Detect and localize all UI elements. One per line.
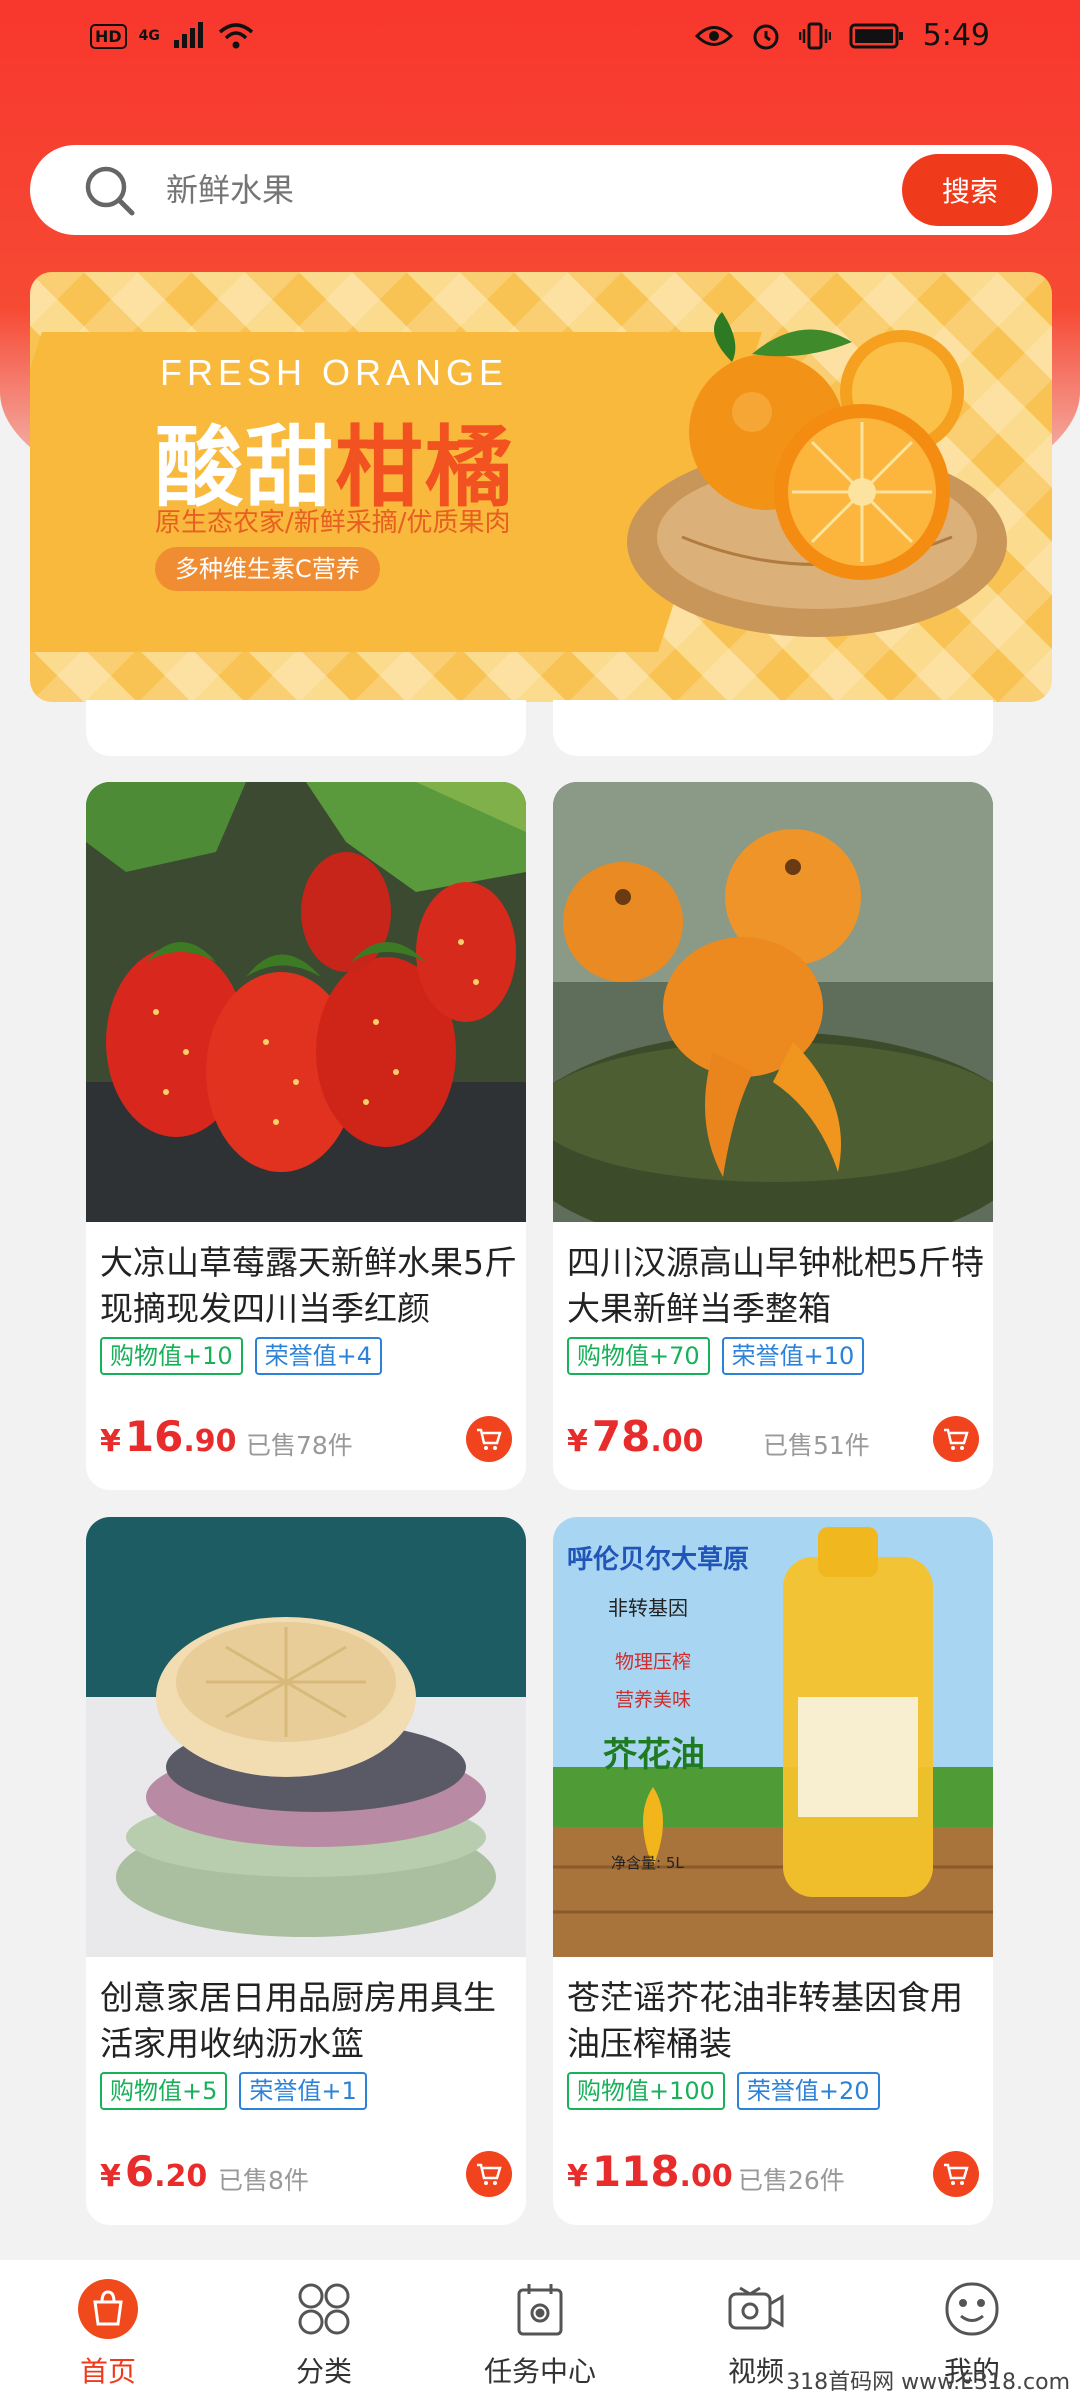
- nav-task-center[interactable]: 任务中心: [432, 2260, 648, 2400]
- drain-basket-product-image: [86, 1517, 526, 1957]
- search-input[interactable]: [166, 165, 866, 215]
- hd-badge: HD: [90, 23, 127, 49]
- nav-label: 首页: [79, 2355, 136, 2388]
- promo-banner[interactable]: FRESH ORANGE 酸甜柑橘 原生态农家/新鲜采摘/优质果肉 多种维生素C…: [30, 272, 1052, 702]
- honor-value-tag: 荣誉值+1: [239, 2072, 367, 2110]
- status-bar: HD 4G 5:49: [0, 0, 1080, 80]
- cart-icon: [944, 2163, 969, 2185]
- honor-value-tag: 荣誉值+10: [721, 1337, 865, 1375]
- product-price: ¥118.00: [567, 2147, 733, 2196]
- product-card[interactable]: 四川汉源高山早钟枇杷5斤特大果新鲜当季整箱 购物值+70 荣誉值+10 ¥78.…: [553, 782, 993, 1490]
- product-card[interactable]: 呼伦贝尔大草原 非转基因 物理压榨 营养美味 芥花油 净含量: 5L 苍茫谣芥花…: [553, 1517, 993, 2225]
- oil-volume-text: 净含量: 5L: [611, 1854, 684, 1872]
- clock: 5:49: [922, 18, 990, 53]
- sold-count: 已售78件: [246, 1431, 353, 1460]
- search-button[interactable]: 搜索: [902, 154, 1038, 226]
- cart-icon: [944, 1428, 969, 1450]
- orange-basket-image: [627, 312, 1007, 637]
- nav-label: 分类: [295, 2355, 352, 2388]
- shopping-value-tag: 购物值+70: [567, 1337, 710, 1375]
- cart-icon: [477, 1428, 502, 1450]
- grid-icon: [293, 2278, 355, 2340]
- wifi-icon: [218, 23, 254, 49]
- oil-brand-text: 呼伦贝尔大草原: [567, 1545, 750, 1575]
- product-title: 大凉山草莓露天新鲜水果5斤现摘现发四川当季红颜: [100, 1243, 517, 1328]
- nav-home[interactable]: 首页: [0, 2260, 216, 2400]
- product-price: ¥78.00: [567, 1412, 704, 1461]
- eye-icon: [694, 25, 733, 46]
- nav-category[interactable]: 分类: [216, 2260, 432, 2400]
- strawberry-product-image: [86, 782, 526, 1222]
- cart-icon: [477, 2163, 502, 2185]
- nav-label: 任务中心: [483, 2355, 596, 2388]
- alarm-icon: [753, 24, 779, 49]
- honor-value-tag: 荣誉值+20: [736, 2072, 880, 2110]
- oil-name-text: 芥花油: [603, 1735, 705, 1775]
- watermark: 318首码网 www.E318.com: [786, 2370, 1070, 2395]
- shopping-value-tag: 购物值+100: [567, 2072, 725, 2110]
- oil-claim-text: 非转基因: [608, 1596, 688, 1620]
- signal-icon: [173, 22, 203, 48]
- oil-claim-text: 营养美味: [615, 1689, 692, 1711]
- smiley-icon: [941, 2278, 1003, 2340]
- bottom-navigation: 首页 分类 任务中心 视频 我的 318首码网 www.E318.com: [0, 2260, 1080, 2400]
- canola-oil-product-image: 呼伦贝尔大草原 非转基因 物理压榨 营养美味 芥花油 净含量: 5L: [553, 1517, 993, 1957]
- product-card[interactable]: 大凉山草莓露天新鲜水果5斤现摘现发四川当季红颜 购物值+10 荣誉值+4 ¥16…: [86, 782, 526, 1490]
- network-type: 4G: [138, 28, 160, 44]
- video-camera-icon: [725, 2278, 787, 2340]
- add-to-cart-button[interactable]: [466, 2151, 512, 2197]
- loquat-product-image: [553, 782, 993, 1252]
- add-to-cart-button[interactable]: [933, 1416, 979, 1462]
- sold-count: 已售26件: [738, 2166, 845, 2195]
- search-icon: [85, 166, 135, 216]
- honor-value-tag: 荣誉值+4: [254, 1337, 383, 1375]
- product-price: ¥6.20: [100, 2147, 208, 2196]
- sold-count: 已售8件: [218, 2166, 309, 2195]
- banner-subtitle: 原生态农家/新鲜采摘/优质果肉: [155, 508, 511, 538]
- search-bar: 搜索: [30, 145, 1052, 235]
- vibrate-icon: [798, 22, 831, 49]
- banner-pill: 多种维生素C营养: [155, 547, 380, 591]
- shopping-bag-icon: [77, 2278, 139, 2340]
- calendar-gear-icon: [509, 2278, 571, 2340]
- oil-claim-text: 物理压榨: [615, 1651, 692, 1673]
- product-price: ¥16.90: [100, 1412, 237, 1461]
- shopping-value-tag: 购物值+10: [100, 1337, 243, 1375]
- partial-product-card: [553, 700, 993, 756]
- product-title: 四川汉源高山早钟枇杷5斤特大果新鲜当季整箱: [567, 1243, 984, 1328]
- product-title: 创意家居日用品厨房用具生活家用收纳沥水篮: [100, 1978, 496, 2063]
- add-to-cart-button[interactable]: [933, 2151, 979, 2197]
- nav-label: 视频: [727, 2355, 784, 2388]
- banner-english-title: FRESH ORANGE: [160, 352, 509, 393]
- partial-product-card: [86, 700, 526, 756]
- product-title: 苍茫谣芥花油非转基因食用油压榨桶装: [567, 1978, 963, 2063]
- shopping-value-tag: 购物值+5: [100, 2072, 228, 2110]
- battery-icon: [849, 23, 903, 48]
- sold-count: 已售51件: [763, 1431, 870, 1460]
- add-to-cart-button[interactable]: [466, 1416, 512, 1462]
- product-card[interactable]: 创意家居日用品厨房用具生活家用收纳沥水篮 购物值+5 荣誉值+1 ¥6.20 已…: [86, 1517, 526, 2225]
